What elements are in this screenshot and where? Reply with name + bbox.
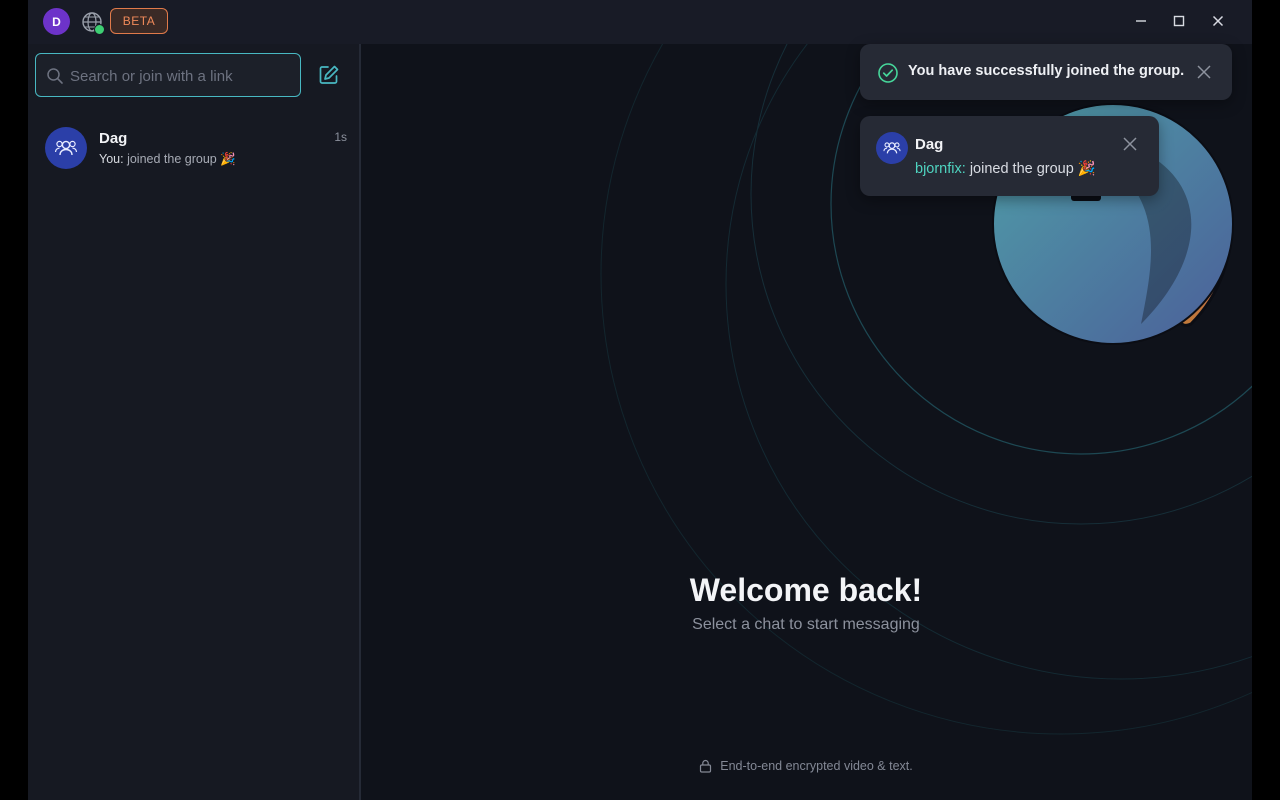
encryption-notice: End-to-end encrypted video & text. bbox=[361, 759, 1251, 773]
beta-badge[interactable]: BETA bbox=[110, 8, 168, 34]
chat-list-item[interactable]: Dag 1s You: joined the group 🎉 bbox=[28, 114, 359, 182]
toast-avatar bbox=[876, 132, 908, 164]
minimize-button[interactable] bbox=[1129, 10, 1153, 32]
message-toast-body: bjornfix: joined the group 🎉 bbox=[915, 160, 1096, 177]
success-toast-close-button[interactable] bbox=[1193, 61, 1215, 83]
chat-name: Dag bbox=[99, 130, 128, 147]
message-toast[interactable]: Dag bjornfix: joined the group 🎉 bbox=[860, 116, 1159, 196]
sidebar: Dag 1s You: joined the group 🎉 bbox=[28, 44, 361, 800]
message-toast-close-button[interactable] bbox=[1119, 133, 1141, 155]
chat-preview-sender: You: bbox=[99, 152, 124, 166]
message-toast-text: joined the group 🎉 bbox=[969, 161, 1096, 177]
close-icon bbox=[1197, 65, 1211, 79]
minimize-icon bbox=[1136, 20, 1146, 22]
chat-preview-text: joined the group 🎉 bbox=[127, 152, 236, 166]
title-bar: D BETA bbox=[28, 0, 1252, 44]
success-toast-message: You have successfully joined the group. bbox=[908, 63, 1185, 79]
maximize-icon bbox=[1173, 15, 1185, 27]
group-icon bbox=[54, 140, 78, 156]
message-toast-sender: bjornfix: bbox=[915, 161, 966, 177]
search-box[interactable] bbox=[35, 53, 301, 98]
chat-preview: You: joined the group 🎉 bbox=[99, 152, 236, 167]
search-icon bbox=[47, 68, 63, 84]
chat-avatar bbox=[45, 127, 87, 169]
close-icon bbox=[1212, 15, 1224, 27]
user-avatar[interactable]: D bbox=[43, 8, 70, 35]
message-toast-title: Dag bbox=[915, 136, 944, 153]
close-icon bbox=[1123, 137, 1137, 151]
chat-timestamp: 1s bbox=[334, 130, 347, 144]
check-circle-icon bbox=[878, 63, 898, 83]
welcome-title: Welcome back! bbox=[689, 572, 923, 608]
close-window-button[interactable] bbox=[1206, 10, 1230, 32]
encryption-text: End-to-end encrypted video & text. bbox=[720, 759, 913, 773]
success-toast: You have successfully joined the group. bbox=[860, 44, 1232, 100]
search-input[interactable] bbox=[68, 54, 298, 98]
edit-icon[interactable] bbox=[317, 63, 341, 87]
group-icon bbox=[883, 142, 901, 154]
maximize-button[interactable] bbox=[1167, 10, 1191, 32]
lock-icon bbox=[700, 759, 712, 773]
welcome-subtitle: Select a chat to start messaging bbox=[692, 616, 920, 633]
online-status-dot bbox=[94, 24, 105, 35]
